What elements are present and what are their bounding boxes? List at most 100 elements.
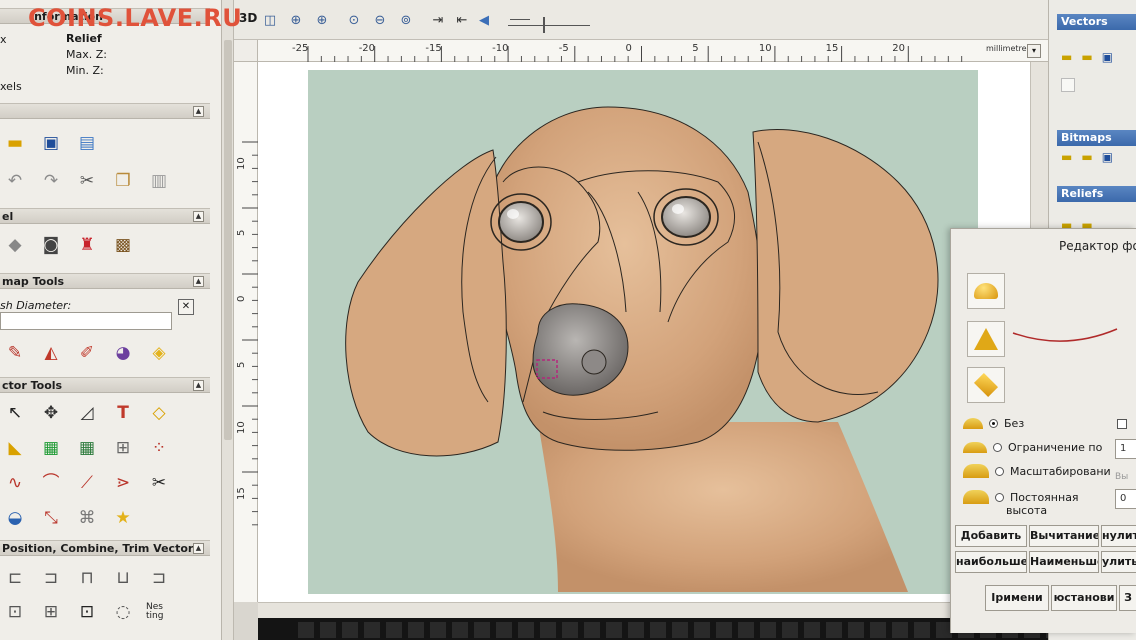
design-canvas[interactable] xyxy=(258,62,1048,602)
copy-icon[interactable]: ❐ xyxy=(110,168,136,194)
vector-folder-icon[interactable]: ▬ xyxy=(1081,50,1092,64)
slider-thumb[interactable] xyxy=(543,17,545,33)
bitmaps-header[interactable]: Bitmaps xyxy=(1057,130,1136,146)
close-button[interactable]: З xyxy=(1119,585,1136,611)
position-header[interactable]: Position, Combine, Trim Vectors ▲ xyxy=(0,540,210,556)
canvas-horizontal-scrollbar[interactable] xyxy=(258,602,1048,618)
paste-icon[interactable]: ▥ xyxy=(146,168,172,194)
reset-button[interactable]: юстанови xyxy=(1051,585,1117,611)
star-icon[interactable]: ★ xyxy=(110,505,136,531)
dots-icon[interactable]: ⁘ xyxy=(146,435,172,461)
fill-icon[interactable]: ◈ xyxy=(146,340,172,366)
cut-icon[interactable]: ✂ xyxy=(74,168,100,194)
transform-icon[interactable]: ✥ xyxy=(38,400,64,426)
node-edit-icon[interactable]: ◿ xyxy=(74,400,100,426)
vector-layer-thumb[interactable] xyxy=(1061,78,1075,92)
radio-scale[interactable] xyxy=(995,466,1004,476)
nesting-icon[interactable]: Nes ting xyxy=(146,599,172,625)
bitmap-folder-icon[interactable]: ▬ xyxy=(1081,150,1092,164)
export-icon[interactable]: ⇤ xyxy=(452,10,472,30)
collapse-icon[interactable]: ▲ xyxy=(193,380,204,391)
model-icon[interactable]: ◆ xyxy=(2,232,28,258)
center-icon[interactable]: ⊞ xyxy=(38,599,64,625)
wave-icon[interactable]: ∿ xyxy=(2,470,28,496)
option-scale[interactable]: Масштабировани xyxy=(963,461,1111,481)
palette-icon[interactable]: ◕ xyxy=(110,340,136,366)
model-header[interactable]: el ▲ xyxy=(0,208,210,224)
zoom-out-icon[interactable]: ⊖ xyxy=(370,10,390,30)
collapse-icon[interactable]: ▲ xyxy=(193,106,204,117)
align-top-icon[interactable]: ⊓ xyxy=(74,565,100,591)
distribute-icon[interactable]: ⊡ xyxy=(2,599,28,625)
dropper-icon[interactable]: ✐ xyxy=(74,340,100,366)
lowest-button[interactable]: Наименьше xyxy=(1029,551,1099,573)
reliefs-header[interactable]: Reliefs xyxy=(1057,186,1136,202)
scrollbar-thumb[interactable] xyxy=(224,40,232,440)
scissors-icon[interactable]: ✂ xyxy=(146,470,172,496)
add-green-icon[interactable]: ▦ xyxy=(38,435,64,461)
zoom-box-icon[interactable]: ⊙ xyxy=(344,10,364,30)
shape-icon[interactable]: ◣ xyxy=(2,435,28,461)
center-page-icon[interactable]: ⊡ xyxy=(74,599,100,625)
radio-limit[interactable] xyxy=(993,442,1002,452)
option-none[interactable]: Без xyxy=(963,413,1024,433)
zoom-page-icon[interactable]: ⊚ xyxy=(396,10,416,30)
align-right-icon[interactable]: ⊐ xyxy=(146,565,172,591)
path-icon[interactable]: ⤡ xyxy=(38,505,64,531)
vector-save-icon[interactable]: ▣ xyxy=(1102,50,1113,64)
grid-green-icon[interactable]: ▦ xyxy=(74,435,100,461)
zoom-fit-icon[interactable]: ⊕ xyxy=(286,10,306,30)
vectors-header[interactable]: Vectors xyxy=(1057,14,1136,30)
add-button[interactable]: Добавить xyxy=(955,525,1027,547)
close-icon[interactable]: ✕ xyxy=(178,299,194,315)
pointed-shape-button[interactable] xyxy=(967,321,1005,357)
brush-diameter-input[interactable] xyxy=(0,312,172,330)
chevron-icon[interactable]: ⋗ xyxy=(110,470,136,496)
collapse-icon[interactable]: ▲ xyxy=(193,276,204,287)
zoom-in-icon[interactable]: ⊕ xyxy=(312,10,332,30)
dog-image-with-vectors[interactable] xyxy=(258,62,1048,602)
zero-button[interactable]: нулить xyxy=(1101,525,1136,547)
bitmap-layer-icon[interactable]: ▬ xyxy=(1061,150,1072,164)
undo-icon[interactable]: ↶ xyxy=(2,168,28,194)
align-left-icon[interactable]: ⊏ xyxy=(2,565,28,591)
bitmap-save-icon[interactable]: ▣ xyxy=(1102,150,1113,164)
view-2d-icon[interactable]: ◫ xyxy=(260,10,280,30)
group-icon[interactable]: ◌ xyxy=(110,599,136,625)
collapse-icon[interactable]: ▲ xyxy=(193,543,204,554)
limit-value-input[interactable]: 1 xyxy=(1115,439,1136,459)
curve-icon[interactable]: ⟋ xyxy=(74,470,100,496)
back-arrow-icon[interactable]: ◀ xyxy=(474,10,494,30)
radio-constant[interactable] xyxy=(995,492,1004,502)
paint-bucket-icon[interactable]: ◭ xyxy=(38,340,64,366)
apply-button[interactable]: Iримени xyxy=(985,585,1049,611)
round-shape-button[interactable] xyxy=(967,273,1005,309)
vector-tools-header[interactable]: ctor Tools ▲ xyxy=(0,377,210,393)
units-dropdown-icon[interactable]: ▾ xyxy=(1027,44,1041,58)
bone-icon[interactable]: ⌘ xyxy=(74,505,100,531)
option-limit[interactable]: Ограничение по xyxy=(963,437,1102,457)
left-panel-scrollbar[interactable] xyxy=(222,0,234,640)
option-checkbox[interactable] xyxy=(1117,419,1127,429)
redo-icon[interactable]: ↷ xyxy=(38,168,64,194)
file-header[interactable]: ▲ xyxy=(0,103,210,119)
collapse-icon[interactable]: ▲ xyxy=(193,211,204,222)
align-center-icon[interactable]: ⊐ xyxy=(38,565,64,591)
bear-icon[interactable]: ◙ xyxy=(38,232,64,258)
bitmap-tools-header[interactable]: map Tools ▲ xyxy=(0,273,210,289)
contrast-slider[interactable] xyxy=(508,25,590,26)
lamp-icon[interactable]: ♜ xyxy=(74,232,100,258)
mona-lisa-icon[interactable]: ▩ xyxy=(110,232,136,258)
text-icon[interactable]: T xyxy=(110,400,136,426)
radio-none[interactable] xyxy=(989,418,998,428)
cylinder-icon[interactable]: ◒ xyxy=(2,505,28,531)
highest-button[interactable]: наибольше xyxy=(955,551,1027,573)
align-middle-icon[interactable]: ⊔ xyxy=(110,565,136,591)
brush-icon[interactable]: ✎ xyxy=(2,340,28,366)
constant-value-input[interactable]: 0 xyxy=(1115,489,1136,509)
save-icon[interactable]: ▣ xyxy=(38,130,64,156)
open-folder-icon[interactable]: ▬ xyxy=(2,130,28,156)
mesh-icon[interactable]: ⊞ xyxy=(110,435,136,461)
vector-layer-icon[interactable]: ▬ xyxy=(1061,50,1072,64)
arc-icon[interactable]: ⌒ xyxy=(38,470,64,496)
